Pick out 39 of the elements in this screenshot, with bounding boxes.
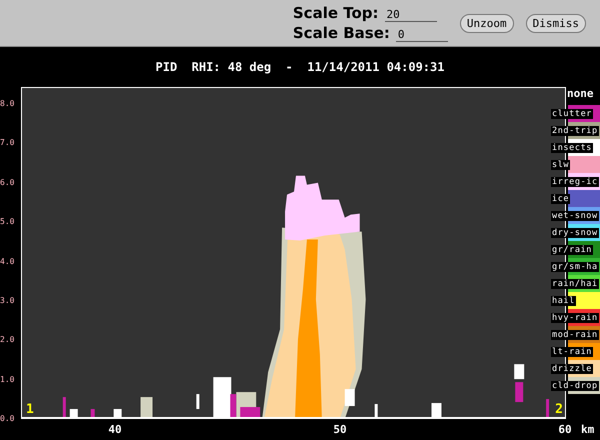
- y-tick-label: 8.0: [0, 99, 16, 109]
- field-label: Scale Top:: [292, 4, 379, 22]
- dismiss-button[interactable]: Dismiss: [526, 14, 586, 32]
- legend-label: gr/rain: [551, 244, 594, 254]
- legend-label: hail: [551, 296, 576, 306]
- legend-label: insects: [551, 142, 594, 152]
- legend-label: mod-rain: [551, 330, 599, 340]
- y-tick-label: 6.0: [0, 178, 16, 188]
- legend-label: drizzle: [551, 364, 594, 374]
- legend-label: clutter: [551, 108, 594, 118]
- legend-label: dry-snow: [551, 228, 599, 238]
- y-tick-label: 3.0: [0, 296, 16, 306]
- x-unit-label: km: [581, 422, 594, 436]
- corner-marker: 2: [555, 403, 563, 417]
- legend-label: ice: [551, 194, 570, 204]
- legend-label: irreg-ic: [551, 176, 599, 186]
- legend-label: rain/hai: [551, 278, 599, 288]
- legend-label: hvy-rain: [551, 312, 599, 322]
- legend-label: lt-rain: [551, 346, 594, 356]
- x-tick-label: 60: [557, 422, 573, 436]
- scale-input[interactable]: 0: [396, 27, 448, 42]
- y-tick-label: 7.0: [0, 138, 16, 148]
- y-tick-label: 2.0: [0, 335, 16, 346]
- legend-label: cld-drop: [551, 380, 599, 390]
- x-tick-label: 50: [332, 422, 348, 436]
- x-tick-label: 40: [107, 422, 123, 436]
- y-tick-label: 0.0: [0, 414, 16, 424]
- corner-marker: 1: [26, 403, 34, 417]
- y-tick-label: 1.0: [0, 374, 16, 385]
- legend-label: 2nd-trip: [551, 126, 599, 136]
- scale-input[interactable]: 20: [384, 7, 437, 22]
- unzoom-button[interactable]: Unzoom: [460, 14, 514, 32]
- y-tick-label: 4.0: [0, 256, 16, 266]
- y-tick-label: 5.0: [0, 217, 16, 228]
- legend-label: wet-snow: [551, 210, 599, 220]
- plot-title: PID RHI: 48 deg - 11/14/2011 04:09:31: [156, 60, 444, 74]
- legend-label: gr/sm-ha: [551, 262, 599, 272]
- legend-label: slw: [551, 160, 570, 170]
- field-label: Scale Base:: [292, 24, 390, 42]
